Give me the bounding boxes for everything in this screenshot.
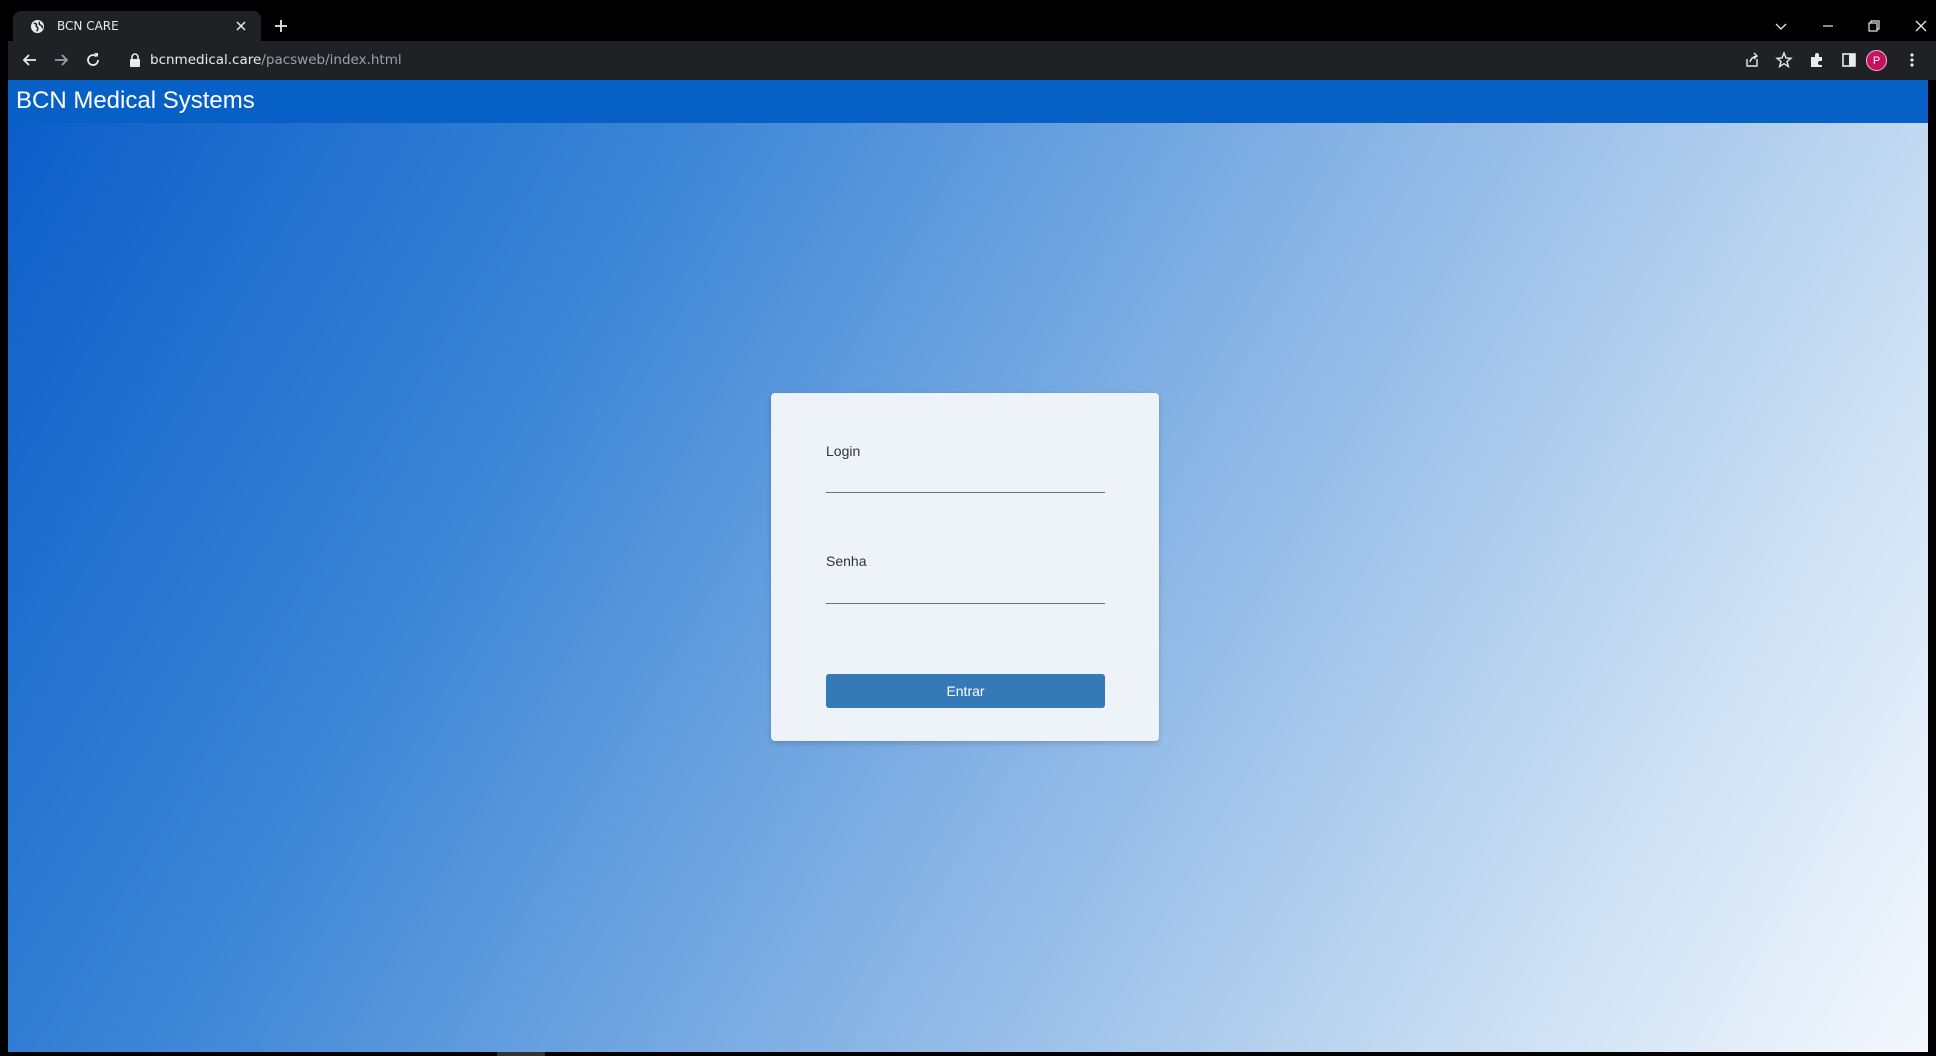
password-input[interactable] — [826, 574, 1105, 604]
star-icon[interactable] — [1774, 50, 1794, 70]
side-panel-icon[interactable] — [1839, 50, 1859, 70]
minimize-icon[interactable] — [1818, 16, 1838, 36]
browser-window: BCN CARE bcnmedical.care/pacsweb/index.h… — [8, 9, 1936, 1056]
restore-icon[interactable] — [1864, 16, 1884, 36]
address-bar[interactable]: bcnmedical.care/pacsweb/index.html — [117, 46, 1917, 75]
login-label: Login — [826, 443, 861, 459]
login-button[interactable]: Entrar — [826, 674, 1105, 708]
plus-icon[interactable] — [272, 17, 290, 35]
share-icon[interactable] — [1742, 50, 1762, 70]
forward-arrow-icon[interactable] — [51, 50, 71, 70]
close-icon[interactable] — [233, 18, 249, 34]
profile-avatar[interactable]: P — [1866, 50, 1887, 71]
login-card: Login Senha Entrar — [771, 393, 1159, 741]
url-host: bcnmedical.care — [150, 52, 262, 68]
reload-icon[interactable] — [83, 50, 103, 70]
horizontal-scroll-thumb[interactable] — [497, 1052, 545, 1056]
close-icon[interactable] — [1911, 16, 1931, 36]
back-arrow-icon[interactable] — [20, 50, 40, 70]
tab-title: BCN CARE — [57, 19, 119, 33]
app-title: BCN Medical Systems — [16, 87, 255, 114]
globe-icon — [30, 19, 45, 34]
login-input[interactable] — [826, 463, 1105, 493]
password-label: Senha — [826, 553, 867, 569]
puzzle-icon[interactable] — [1807, 50, 1827, 70]
app-header: BCN Medical Systems — [8, 80, 1928, 123]
url-text: bcnmedical.care/pacsweb/index.html — [150, 52, 402, 68]
tab-strip: BCN CARE — [8, 9, 1936, 41]
browser-toolbar: bcnmedical.care/pacsweb/index.html P — [8, 41, 1936, 80]
url-path: /pacsweb/index.html — [261, 52, 402, 68]
bottom-scrollbar — [8, 1052, 1936, 1056]
page-content: BCN Medical Systems Login Senha Entrar — [8, 80, 1928, 1052]
kebab-menu-icon[interactable] — [1902, 50, 1922, 70]
browser-tab[interactable]: BCN CARE — [13, 11, 261, 41]
chevron-down-icon[interactable] — [1771, 16, 1791, 36]
lock-icon[interactable] — [129, 53, 141, 67]
